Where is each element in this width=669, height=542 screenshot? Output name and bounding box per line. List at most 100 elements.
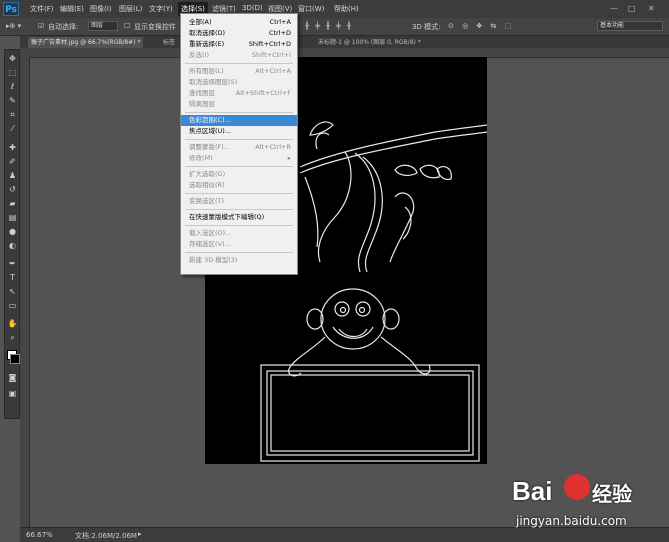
select-menu-item[interactable]: 在快速蒙版模式下编辑(Q): [181, 212, 297, 223]
menu-image[interactable]: 图像(I): [90, 4, 112, 14]
select-menu-item[interactable]: 取消选择(D) Ctrl+D: [181, 28, 297, 39]
tab-document-2[interactable]: 标签: [160, 37, 178, 48]
pen-tool-icon[interactable]: ✒: [7, 258, 18, 269]
zoom-tool-icon[interactable]: ⌕: [7, 332, 18, 343]
workspace-dropdown[interactable]: 基本功能: [597, 21, 663, 31]
menu-item-label: 全部(A): [189, 18, 212, 26]
eraser-tool-icon[interactable]: ▰: [7, 198, 18, 209]
menu-separator: [185, 166, 293, 167]
close-icon[interactable]: ✕: [648, 4, 655, 13]
crop-tool-icon[interactable]: ⌗: [7, 109, 18, 120]
select-menu-item[interactable]: 调整蒙版(F)... Alt+Ctrl+R: [181, 142, 297, 153]
select-menu-item[interactable]: 全部(A) Ctrl+A: [181, 17, 297, 28]
marquee-tool-icon[interactable]: ⬚: [7, 67, 18, 78]
lasso-tool-icon[interactable]: ℓ: [7, 81, 18, 92]
menu-item-shortcut: Alt+Ctrl+A: [255, 67, 291, 75]
quick-mask-icon[interactable]: ◙: [7, 372, 18, 383]
stamp-tool-icon[interactable]: ♟: [7, 170, 18, 181]
doc-size-info: 文档:2.06M/2.06M: [75, 532, 137, 540]
menu-item-label: 调整蒙版(F)...: [189, 143, 231, 151]
tab-document-3[interactable]: 未标题-1 @ 100% (图层 0, RGB/8) *: [315, 37, 424, 48]
menu-item-shortcut: Alt+Shift+Ctrl+F: [235, 89, 291, 97]
menu-item-shortcut: Shift+Ctrl+I: [251, 51, 291, 59]
auto-select-dropdown[interactable]: 图层: [88, 21, 118, 31]
menu-3d[interactable]: 3D(D): [242, 4, 263, 12]
status-arrow-icon[interactable]: ▸: [138, 530, 142, 538]
select-menu-item[interactable]: 所有图层(L) Alt+Ctrl+A: [181, 66, 297, 77]
menu-item-shortcut: Ctrl+D: [268, 29, 291, 37]
mode-3d-label: 3D 模式:: [412, 23, 441, 31]
menu-item-label: 查找图层: [189, 89, 215, 97]
maximize-icon[interactable]: □: [628, 4, 636, 13]
menu-item-shortcut: Ctrl+A: [269, 18, 291, 26]
path-select-icon[interactable]: ↖: [7, 286, 18, 297]
select-menu-item[interactable]: 新建 3D 模型(3): [181, 255, 297, 266]
select-menu-item[interactable]: 取消选择图层(S): [181, 77, 297, 88]
move-tool-icon[interactable]: ▸⊕ ▾: [6, 22, 21, 30]
menu-item-label: 变换选区(T): [189, 197, 225, 205]
menu-item-label: 存储选区(V)...: [189, 240, 231, 248]
menu-separator: [185, 112, 293, 113]
menu-item-label: 选取相似(R): [189, 181, 225, 189]
background-color-swatch[interactable]: [10, 354, 20, 364]
3d-mode-icons[interactable]: ⊙ ◎ ✥ ⇆ ⬚: [448, 22, 514, 30]
auto-select-label: 自动选择:: [48, 23, 79, 31]
menu-item-label: 扩大选取(G): [189, 170, 226, 178]
menu-help[interactable]: 帮助(H): [334, 4, 359, 14]
menu-item-label: 焦点区域(U)...: [189, 127, 232, 135]
select-menu-item[interactable]: 变换选区(T): [181, 196, 297, 207]
healing-tool-icon[interactable]: ✚: [7, 142, 18, 153]
move-tool-icon[interactable]: ✥: [7, 53, 18, 64]
blur-tool-icon[interactable]: ●: [7, 226, 18, 237]
select-menu-item[interactable]: 隔离图层: [181, 99, 297, 110]
menu-file[interactable]: 文件(F): [30, 4, 54, 14]
watermark-brand-2: 经验: [592, 482, 632, 506]
screen-mode-icon[interactable]: ▣: [7, 388, 18, 399]
select-menu-item[interactable]: 扩大选取(G): [181, 169, 297, 180]
menu-separator: [185, 63, 293, 64]
brush-tool-icon[interactable]: ✐: [7, 156, 18, 167]
menu-item-label: 新建 3D 模型(3): [189, 256, 238, 264]
select-menu-item[interactable]: 重新选择(E) Shift+Ctrl+D: [181, 39, 297, 50]
eyedropper-tool-icon[interactable]: ⁄: [7, 123, 18, 134]
menu-layer[interactable]: 图层(L): [119, 4, 142, 14]
show-transform-checkbox[interactable]: ☐: [124, 22, 130, 30]
baidu-paw-icon: [564, 474, 590, 500]
menu-edit[interactable]: 编辑(E): [60, 4, 84, 14]
distribute-icons[interactable]: ╫ ╪ ╫ ╪ ╫: [305, 22, 353, 30]
select-menu-item[interactable]: 焦点区域(U)...: [181, 126, 297, 137]
select-menu-item[interactable]: 载入选区(O)...: [181, 228, 297, 239]
quick-select-tool-icon[interactable]: ✎: [7, 95, 18, 106]
menu-item-label: 反选(I): [189, 51, 209, 59]
menu-window[interactable]: 窗口(W): [298, 4, 324, 14]
auto-select-checkbox[interactable]: ☑: [38, 22, 44, 30]
menu-item-label: 修改(M): [189, 154, 213, 162]
shape-tool-icon[interactable]: ▭: [7, 300, 18, 311]
watermark-brand: Bai: [512, 476, 553, 506]
zoom-level[interactable]: 66.67%: [26, 531, 53, 539]
menu-item-label: 载入选区(O)...: [189, 229, 232, 237]
ruler-left: [20, 57, 30, 527]
menu-item-label: 取消选择(D): [189, 29, 226, 37]
select-menu-item[interactable]: 选取相似(R): [181, 180, 297, 191]
tab-document-active[interactable]: 猴子广告素材.jpg @ 66.7%(RGB/8#) *: [28, 37, 144, 48]
menu-separator: [185, 193, 293, 194]
show-transform-label: 显示变换控件: [134, 23, 176, 31]
select-menu-item[interactable]: 存储选区(V)...: [181, 239, 297, 250]
menu-separator: [185, 225, 293, 226]
gradient-tool-icon[interactable]: ▤: [7, 212, 18, 223]
select-menu-item[interactable]: 反选(I) Shift+Ctrl+I: [181, 50, 297, 61]
menu-bar: Ps 文件(F) 编辑(E) 图像(I) 图层(L) 文字(Y) 选择(S) 滤…: [0, 0, 669, 18]
menu-item-label: 隔离图层: [189, 100, 215, 108]
history-brush-icon[interactable]: ↺: [7, 184, 18, 195]
menu-item-label: 重新选择(E): [189, 40, 225, 48]
minimize-icon[interactable]: —: [610, 4, 618, 13]
select-menu-item[interactable]: 色彩范围(C)...: [181, 115, 297, 126]
dodge-tool-icon[interactable]: ◐: [7, 240, 18, 251]
hand-tool-icon[interactable]: ✋: [7, 318, 18, 329]
menu-separator: [185, 252, 293, 253]
select-menu-item[interactable]: 修改(M) ▸: [181, 153, 297, 164]
select-menu-item[interactable]: 查找图层 Alt+Shift+Ctrl+F: [181, 88, 297, 99]
menu-type[interactable]: 文字(Y): [149, 4, 173, 14]
type-tool-icon[interactable]: T: [7, 272, 18, 283]
